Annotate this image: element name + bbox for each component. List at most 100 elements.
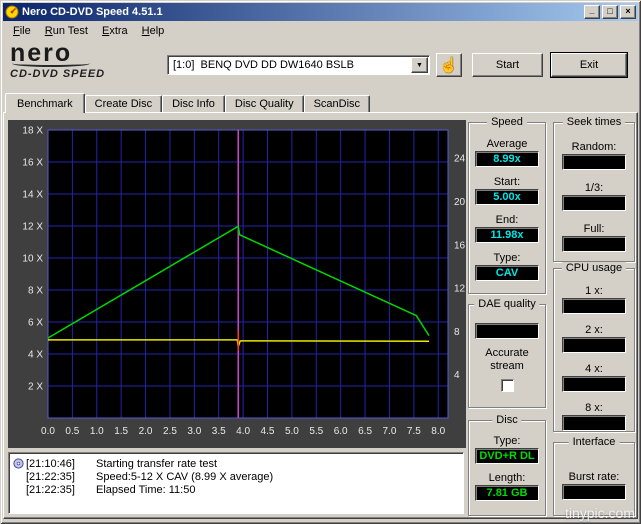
tab-bar: Benchmark Create Disc Disc Info Disc Qua…	[5, 93, 371, 113]
menu-extra[interactable]: Extra	[95, 23, 135, 39]
seek-full-value	[562, 236, 626, 252]
log-time: [21:22:35]	[26, 470, 75, 483]
drive-info-button[interactable]: ☝	[436, 53, 462, 77]
close-button[interactable]: ×	[620, 5, 636, 19]
tab-disc-quality[interactable]: Disc Quality	[224, 95, 304, 112]
svg-text:2.5: 2.5	[163, 426, 177, 437]
tab-benchmark[interactable]: Benchmark	[5, 93, 85, 113]
seek-third-field: 1/3:	[562, 182, 626, 211]
type-value: CAV	[475, 265, 539, 281]
log-text: Elapsed Time: 11:50	[96, 483, 196, 496]
speed-type-field: Type: CAV	[475, 252, 539, 281]
cpu-1x-field: 1 x:	[562, 285, 626, 314]
seek-random-label: Random:	[571, 141, 617, 153]
start-value: 5.00x	[475, 189, 539, 205]
disc-type-label: Type:	[493, 435, 521, 447]
svg-text:0.5: 0.5	[65, 426, 79, 437]
svg-text:24: 24	[454, 154, 466, 165]
svg-text:7.5: 7.5	[407, 426, 421, 437]
start-button[interactable]: Start	[472, 53, 543, 77]
start-label: Start:	[493, 176, 521, 188]
drive-selector-value: [1:0] BENQ DVD DD DW1640 BSLB	[173, 59, 354, 71]
svg-text:3.0: 3.0	[187, 426, 201, 437]
accurate-stream-checkbox[interactable]	[500, 379, 514, 392]
tab-create-disc[interactable]: Create Disc	[84, 95, 163, 112]
svg-text:6.5: 6.5	[358, 426, 372, 437]
accurate-stream-label-line1: Accurate	[485, 347, 529, 359]
chevron-down-icon[interactable]: ▼	[411, 57, 428, 73]
app-window: Nero CD-DVD Speed 4.51.1 _ □ × File Run …	[0, 0, 641, 524]
speed-start-field: Start: 5.00x	[475, 176, 539, 205]
minimize-button[interactable]: _	[584, 5, 600, 19]
cpu-8x-label: 8 x:	[585, 402, 603, 414]
disc-length-value: 7.81 GB	[475, 485, 539, 501]
cpu-1x-label: 1 x:	[585, 285, 603, 297]
log-text: Speed:5-12 X CAV (8.99 X average)	[96, 470, 274, 483]
seek-third-label: 1/3:	[584, 182, 604, 194]
menu-file[interactable]: File	[6, 23, 38, 39]
svg-text:16: 16	[454, 240, 466, 251]
svg-text:12 X: 12 X	[22, 222, 43, 233]
seek-full-label: Full:	[583, 223, 605, 235]
cpu-1x-value	[562, 298, 626, 314]
seek-random-value	[562, 154, 626, 170]
type-label: Type:	[493, 252, 521, 264]
seek-random-field: Random:	[562, 141, 626, 170]
log-entry: [21:22:35] Speed:5-12 X CAV (8.99 X aver…	[13, 470, 461, 483]
watermark: tinypic.com	[564, 505, 635, 521]
exit-button[interactable]: Exit	[551, 53, 627, 77]
svg-text:14 X: 14 X	[22, 190, 43, 201]
disc-icon	[13, 458, 26, 469]
log-entry: [21:10:46] Starting transfer rate test	[13, 457, 461, 470]
maximize-button[interactable]: □	[602, 5, 618, 19]
svg-text:0.0: 0.0	[41, 426, 55, 437]
svg-text:2 X: 2 X	[28, 382, 43, 393]
cpu-8x-value	[562, 415, 626, 431]
tab-disc-info[interactable]: Disc Info	[162, 95, 225, 112]
app-icon	[5, 5, 19, 19]
svg-text:16 X: 16 X	[22, 158, 43, 169]
svg-text:1.5: 1.5	[114, 426, 128, 437]
drive-selector[interactable]: [1:0] BENQ DVD DD DW1640 BSLB ▼	[167, 55, 430, 75]
log-entry: [21:22:35] Elapsed Time: 11:50	[13, 483, 461, 496]
menu-help[interactable]: Help	[135, 23, 172, 39]
interface-title: Interface	[568, 436, 620, 448]
seek-full-field: Full:	[562, 223, 626, 252]
end-label: End:	[495, 214, 519, 226]
average-value: 8.99x	[475, 151, 539, 167]
disc-panel-title: Disc	[492, 414, 522, 426]
menubar: File Run Test Extra Help	[3, 21, 638, 41]
svg-text:6.0: 6.0	[334, 426, 348, 437]
tab-scandisc[interactable]: ScanDisc	[303, 95, 371, 112]
speed-end-field: End: 11.98x	[475, 214, 539, 243]
disc-length-label: Length:	[488, 472, 526, 484]
hand-pointer-icon: ☝	[439, 56, 459, 74]
log-text: Starting transfer rate test	[96, 457, 218, 470]
burst-rate-label: Burst rate:	[568, 471, 620, 483]
speed-panel-title: Speed	[487, 116, 527, 128]
dae-quality-value	[475, 323, 539, 339]
cpu-usage-panel: CPU usage 1 x: 2 x: 4 x: 8 x:	[553, 262, 635, 432]
svg-text:20: 20	[454, 197, 466, 208]
cpu-8x-field: 8 x:	[562, 402, 626, 431]
log-time: [21:10:46]	[26, 457, 75, 470]
disc-type-value: DVD+R DL	[475, 448, 539, 464]
cpu-4x-field: 4 x:	[562, 363, 626, 392]
burst-rate-value	[562, 484, 626, 500]
accurate-stream-label-line2: stream	[490, 360, 524, 372]
menu-run-test[interactable]: Run Test	[38, 23, 95, 39]
svg-text:8.0: 8.0	[431, 426, 445, 437]
seek-times-panel: Seek times Random: 1/3: Full:	[553, 116, 635, 262]
speed-average-field: Average 8.99x	[475, 138, 539, 167]
svg-text:6 X: 6 X	[28, 318, 43, 329]
svg-text:5.0: 5.0	[285, 426, 299, 437]
nero-logo: nero CD-DVD SPEED	[10, 41, 162, 81]
svg-text:8 X: 8 X	[28, 286, 43, 297]
svg-text:2.0: 2.0	[139, 426, 153, 437]
window-title: Nero CD-DVD Speed 4.51.1	[22, 6, 163, 18]
cpu-2x-value	[562, 337, 626, 353]
dae-quality-panel: DAE quality Accurate stream	[468, 298, 546, 408]
svg-text:3.5: 3.5	[212, 426, 226, 437]
svg-text:18 X: 18 X	[22, 126, 43, 137]
log-time: [21:22:35]	[26, 483, 75, 496]
